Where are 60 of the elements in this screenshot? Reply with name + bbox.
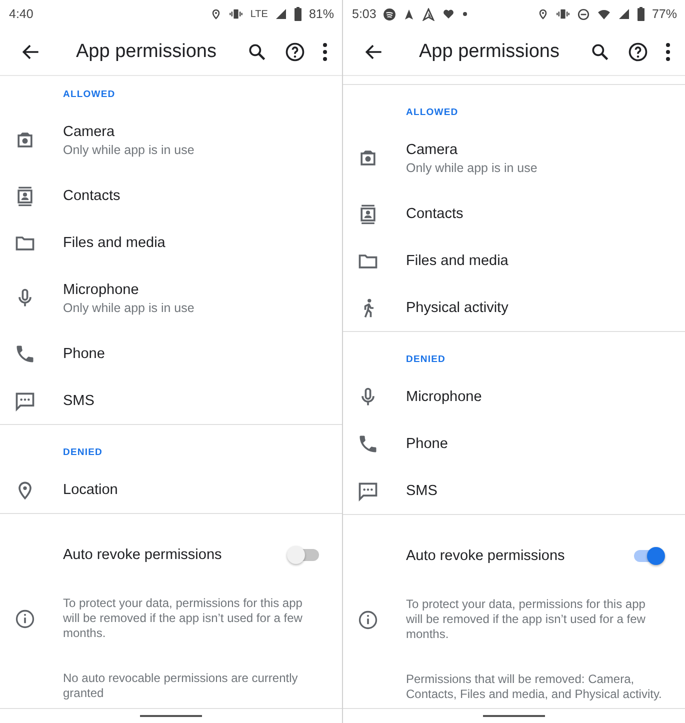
more-options-button[interactable] bbox=[322, 42, 328, 62]
battery-icon bbox=[636, 7, 645, 21]
permission-item[interactable]: Files and media bbox=[343, 237, 685, 284]
permission-item[interactable]: SMS bbox=[0, 377, 342, 424]
permission-item[interactable]: Physical activity bbox=[343, 284, 685, 331]
info-icon bbox=[14, 608, 36, 630]
app-bar-title: App permissions bbox=[419, 40, 560, 62]
help-button[interactable] bbox=[627, 40, 649, 62]
more-options-icon bbox=[665, 42, 671, 62]
network-type: LTE bbox=[250, 8, 268, 20]
battery-icon bbox=[294, 7, 302, 21]
more-options-icon bbox=[322, 42, 328, 62]
permission-item[interactable]: Contacts bbox=[343, 190, 685, 237]
permission-item[interactable]: Microphone Only while app is in use bbox=[0, 266, 342, 330]
permission-item[interactable]: Contacts bbox=[0, 172, 342, 219]
navigation-arrow-icon bbox=[403, 8, 416, 20]
section-header: ALLOWED bbox=[405, 106, 460, 120]
permission-item[interactable]: Camera Only while app is in use bbox=[0, 108, 342, 172]
gesture-handle[interactable] bbox=[140, 715, 202, 717]
info-text: To protect your data, permissions for this app will be removed if the app isn’t used for a few months. bbox=[406, 597, 646, 642]
status-time: 4:40 bbox=[9, 7, 34, 21]
location-icon bbox=[536, 7, 549, 21]
permission-item[interactable]: SMS bbox=[343, 467, 685, 514]
permission-item[interactable]: Phone bbox=[0, 330, 342, 377]
section-header: DENIED bbox=[62, 446, 104, 460]
section-header: ALLOWED bbox=[62, 88, 116, 102]
dot-icon bbox=[462, 11, 468, 17]
info-icon bbox=[357, 608, 379, 630]
help-icon bbox=[284, 40, 306, 62]
vibrate-icon bbox=[229, 7, 244, 21]
section-header: DENIED bbox=[405, 353, 446, 367]
permission-item[interactable]: Microphone bbox=[343, 373, 685, 420]
more-options-button[interactable] bbox=[665, 42, 671, 62]
signal-icon bbox=[274, 8, 287, 20]
app-bar-title: App permissions bbox=[76, 40, 218, 62]
navigation-arrow-icon bbox=[422, 8, 436, 20]
setting-label: Auto revoke permissions bbox=[63, 547, 223, 563]
help-button[interactable] bbox=[284, 40, 306, 62]
permission-item[interactable]: Location bbox=[0, 466, 342, 513]
toggle-switch[interactable] bbox=[290, 545, 320, 565]
do-not-disturb-icon bbox=[576, 8, 590, 20]
gesture-handle[interactable] bbox=[483, 715, 545, 717]
help-icon bbox=[627, 40, 649, 62]
permission-item[interactable]: Files and media bbox=[0, 219, 342, 266]
permission-item[interactable]: Camera Only while app is in use bbox=[343, 126, 685, 190]
note-text: No auto revocable permissions are currently granted bbox=[62, 670, 299, 701]
info-text: To protect your data, permissions for this app will be removed if the app isn’t used for a few months. bbox=[63, 596, 304, 641]
note-text: Permissions that will be removed: Camera, Contacts, Files and media, and Physical activity. bbox=[405, 671, 663, 702]
battery-percent: 81% bbox=[308, 7, 334, 21]
heart-icon bbox=[442, 8, 456, 20]
signal-icon bbox=[618, 8, 630, 20]
toggle-switch[interactable] bbox=[633, 546, 663, 566]
setting-label: Auto revoke permissions bbox=[406, 548, 566, 564]
round-app-icon bbox=[383, 8, 396, 20]
battery-percent: 77% bbox=[652, 7, 677, 21]
location-icon bbox=[210, 7, 222, 21]
wifi-icon bbox=[596, 8, 611, 20]
status-time: 5:03 bbox=[352, 7, 376, 21]
permission-item[interactable]: Phone bbox=[343, 420, 685, 467]
vibrate-icon bbox=[556, 7, 570, 21]
